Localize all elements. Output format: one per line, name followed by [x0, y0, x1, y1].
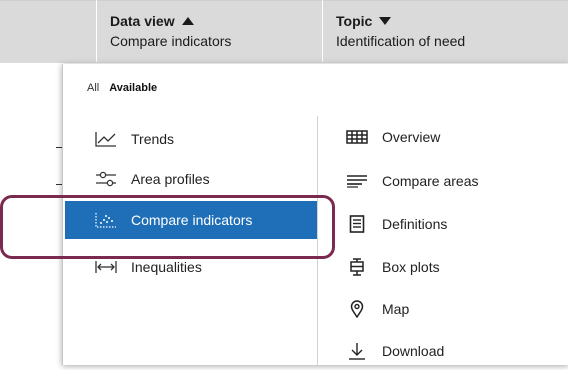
header-divider	[322, 0, 323, 62]
caret-up-icon	[181, 17, 194, 25]
menu-item-label: Area profiles	[131, 171, 210, 187]
data-view-title: Data view	[110, 13, 175, 29]
scatter-icon	[95, 211, 117, 229]
menu-item-label: Definitions	[382, 216, 448, 232]
box-plot-icon	[346, 258, 368, 276]
topic-value: Identification of need	[336, 33, 466, 49]
menu-item-download[interactable]: Download	[346, 332, 546, 370]
menu-item-compare-indicators[interactable]: Compare indicators	[65, 201, 317, 239]
bars-lines-icon	[346, 172, 368, 190]
document-icon	[346, 215, 368, 233]
menu-item-label: Overview	[382, 129, 441, 145]
header-bar	[0, 0, 568, 63]
menu-item-overview[interactable]: Overview	[346, 118, 546, 156]
download-icon	[346, 342, 368, 360]
data-view-value: Compare indicators	[110, 33, 232, 49]
filter-row: All Available	[87, 82, 157, 94]
menu-item-inequalities[interactable]: Inequalities	[95, 248, 295, 286]
menu-item-label: Box plots	[382, 259, 440, 275]
menu-item-definitions[interactable]: Definitions	[346, 205, 546, 243]
menu-item-area-profiles[interactable]: Area profiles	[95, 160, 295, 198]
caret-down-icon	[379, 17, 392, 25]
data-view-header[interactable]: Data view Compare indicators	[110, 11, 231, 51]
menu-item-label: Compare areas	[382, 173, 479, 189]
menu-item-label: Compare indicators	[131, 212, 253, 228]
topic-header[interactable]: Topic Identification of need	[336, 11, 465, 51]
data-view-dropdown: All Available Trends Area profiles Compa…	[62, 64, 568, 365]
filter-available[interactable]: Available	[109, 82, 157, 94]
column-divider	[317, 116, 318, 365]
menu-item-map[interactable]: Map	[346, 290, 546, 328]
topic-title: Topic	[336, 13, 373, 29]
menu-item-trends[interactable]: Trends	[95, 120, 295, 158]
menu-item-label: Map	[382, 301, 410, 317]
menu-item-label: Download	[382, 343, 445, 359]
menu-item-compare-areas[interactable]: Compare areas	[346, 162, 546, 200]
sliders-icon	[95, 170, 117, 188]
trend-line-icon	[95, 130, 117, 148]
header-divider	[96, 0, 97, 62]
menu-item-label: Inequalities	[131, 259, 202, 275]
menu-item-box-plots[interactable]: Box plots	[346, 248, 546, 286]
map-pin-icon	[346, 300, 368, 318]
menu-item-label: Trends	[131, 131, 175, 147]
double-arrow-icon	[95, 258, 117, 276]
grid-table-icon	[346, 128, 368, 146]
filter-all[interactable]: All	[87, 82, 99, 94]
